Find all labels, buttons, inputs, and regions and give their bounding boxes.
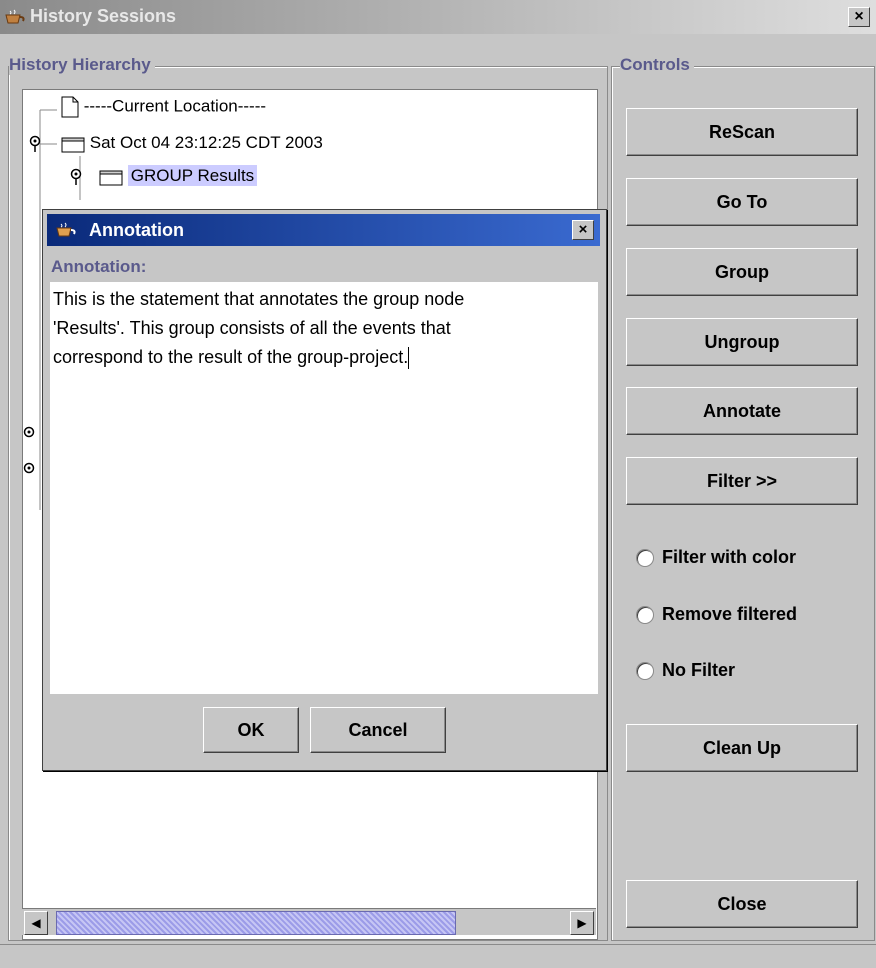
java-cup-icon — [5, 9, 25, 24]
annotation-dialog: Annotation × Annotation: This is the sta… — [42, 209, 607, 771]
annotation-text-line: This is the statement that annotates the… — [53, 289, 465, 309]
radio-label: No Filter — [662, 660, 736, 680]
java-cup-icon — [56, 222, 76, 237]
tree-item-label-selected: GROUP Results — [127, 165, 258, 186]
folder-icon — [61, 137, 85, 153]
folder-icon — [99, 170, 123, 186]
history-hierarchy-legend: History Hierarchy — [9, 55, 155, 75]
dialog-close-button[interactable]: × — [572, 220, 594, 240]
document-icon — [61, 96, 79, 118]
expand-handle-icon[interactable] — [69, 168, 83, 186]
annotation-text-line: correspond to the result of the group-pr… — [53, 347, 409, 367]
radio-icon — [636, 605, 654, 624]
annotation-field-label: Annotation: — [51, 257, 147, 276]
remove-filtered-radio[interactable]: Remove filtered — [636, 604, 797, 625]
ungroup-button[interactable]: Ungroup — [626, 318, 858, 366]
ok-button[interactable]: OK — [203, 707, 299, 753]
collapsed-handle-icon[interactable] — [23, 426, 35, 438]
cancel-button[interactable]: Cancel — [310, 707, 446, 753]
tree-item-session[interactable]: Sat Oct 04 23:12:25 CDT 2003 — [61, 133, 323, 153]
window-title: History Sessions — [30, 6, 177, 26]
controls-legend: Controls — [620, 55, 694, 75]
window-title-bar: History Sessions × — [0, 0, 876, 34]
dialog-title-bar: Annotation × — [47, 214, 600, 246]
horizontal-scrollbar[interactable]: ◀ ▶ — [22, 908, 596, 935]
window-close-button[interactable]: × — [848, 7, 870, 27]
collapsed-handle-icon[interactable] — [23, 462, 35, 474]
scroll-right-arrow-icon[interactable]: ▶ — [570, 911, 594, 935]
dialog-title: Annotation — [89, 220, 184, 240]
annotate-button[interactable]: Annotate — [626, 387, 858, 435]
annotation-textarea[interactable]: This is the statement that annotates the… — [50, 282, 598, 694]
scrollbar-thumb[interactable] — [56, 911, 456, 935]
goto-button[interactable]: Go To — [626, 178, 858, 226]
rescan-button[interactable]: ReScan — [626, 108, 858, 156]
expand-handle-icon[interactable] — [28, 135, 42, 153]
radio-label: Filter with color — [662, 547, 797, 567]
tree-item-group-results[interactable]: GROUP Results — [99, 165, 258, 186]
no-filter-radio[interactable]: No Filter — [636, 660, 735, 681]
radio-icon — [636, 548, 654, 567]
tree-item-label: -----Current Location----- — [83, 96, 267, 116]
filter-with-color-radio[interactable]: Filter with color — [636, 547, 796, 568]
tree-item-label: Sat Oct 04 23:12:25 CDT 2003 — [89, 133, 323, 152]
group-button[interactable]: Group — [626, 248, 858, 296]
status-bar — [0, 944, 876, 968]
clean-up-button[interactable]: Clean Up — [626, 724, 858, 772]
radio-label: Remove filtered — [662, 604, 798, 624]
filter-button[interactable]: Filter >> — [626, 457, 858, 505]
annotation-text-line: 'Results'. This group consists of all th… — [53, 318, 451, 338]
text-caret — [408, 347, 410, 370]
scroll-left-arrow-icon[interactable]: ◀ — [24, 911, 48, 935]
radio-icon — [636, 661, 654, 680]
close-button[interactable]: Close — [626, 880, 858, 928]
tree-item-current-location[interactable]: -----Current Location----- — [61, 96, 266, 118]
